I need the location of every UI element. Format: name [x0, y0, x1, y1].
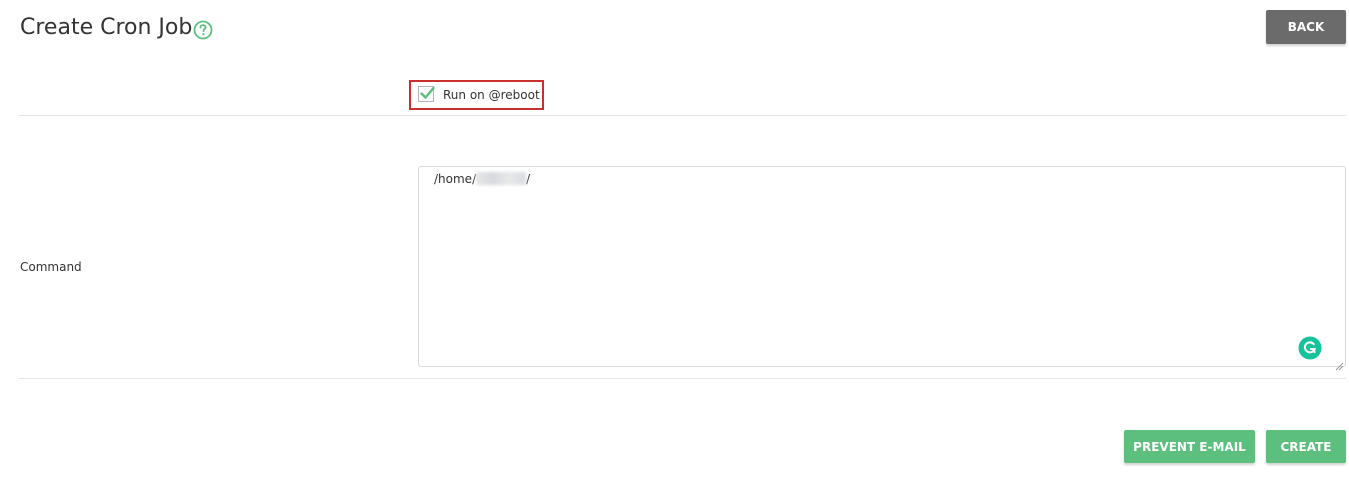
command-label: Command: [20, 260, 82, 274]
command-value: /home/ /: [434, 171, 530, 187]
resize-handle-icon[interactable]: [1335, 356, 1344, 371]
page-title: Create Cron Job: [20, 15, 193, 40]
help-icon[interactable]: [193, 20, 213, 40]
back-button[interactable]: BACK: [1266, 10, 1346, 44]
grammarly-icon[interactable]: [1298, 336, 1322, 360]
divider: [19, 115, 1346, 116]
prevent-email-button[interactable]: PREVENT E-MAIL: [1124, 430, 1255, 463]
checkmark-icon: [420, 86, 435, 99]
command-value-suffix: /: [526, 172, 531, 186]
divider: [19, 378, 1346, 379]
reboot-checkbox[interactable]: [418, 86, 435, 102]
reboot-label[interactable]: Run on @reboot: [443, 87, 540, 103]
command-textarea[interactable]: /home/ /: [418, 166, 1346, 371]
redacted-username: [476, 172, 527, 185]
command-value-prefix: /home/: [434, 172, 477, 186]
create-cron-job-page: Create Cron Job BACK Run on @reboot Comm…: [0, 0, 1349, 478]
create-button[interactable]: CREATE: [1266, 430, 1346, 463]
